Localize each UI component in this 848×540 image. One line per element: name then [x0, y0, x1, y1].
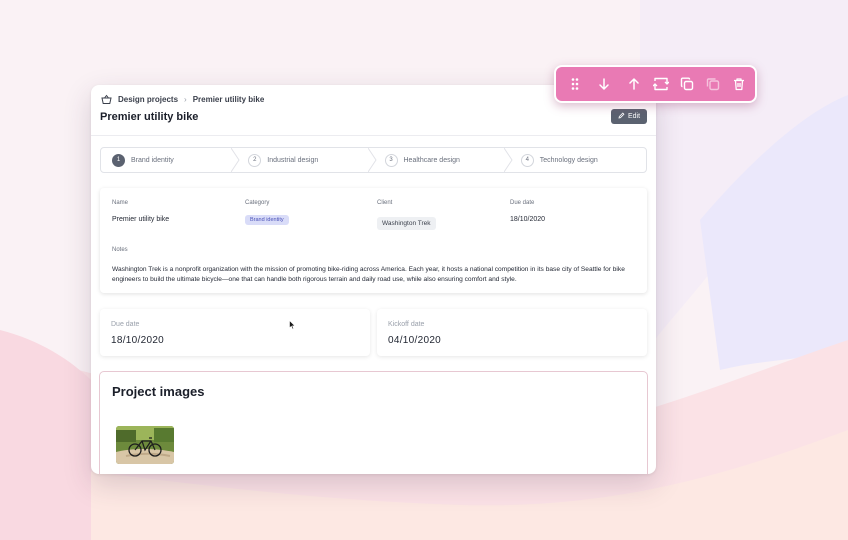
category-label: Category [245, 200, 270, 206]
step-label: Healthcare design [403, 156, 460, 164]
due-date-label: Due date [510, 200, 535, 206]
chevron-right-icon: › [184, 95, 187, 104]
notes-text: Washington Trek is a nonprofit organizat… [112, 266, 625, 283]
arrow-up-icon[interactable] [625, 75, 643, 93]
edit-button-label: Edit [627, 113, 641, 120]
folder-icon[interactable] [704, 75, 722, 93]
project-details-card: Name Premier utility bike Category Brand… [100, 188, 647, 293]
kickoff-date-value: 04/10/2020 [388, 335, 442, 346]
project-images-card: Project images [99, 371, 648, 474]
step-number: 2 [248, 153, 262, 167]
edit-button[interactable]: Edit [611, 109, 647, 124]
step-label: Industrial design [267, 156, 319, 164]
step-technology-design[interactable]: 4 Technology design [510, 148, 646, 172]
bike-image-thumbnail[interactable] [116, 426, 174, 464]
due-date-card-value: 18/10/2020 [111, 335, 165, 346]
due-date-card-label: Due date [111, 321, 140, 328]
name-label: Name [112, 200, 129, 206]
step-number: 1 [112, 153, 125, 167]
project-images-title: Project images [112, 384, 205, 399]
kickoff-date-card: Kickoff date 04/10/2020 [377, 309, 647, 356]
breadcrumb: Design projects › Premier utility bike [101, 94, 264, 105]
step-healthcare-design[interactable]: 3 Healthcare design [374, 148, 513, 172]
page-title: Premier utility bike [100, 111, 199, 123]
swap-icon[interactable] [652, 75, 670, 93]
step-label: Technology design [539, 156, 598, 164]
breadcrumb-root[interactable]: Design projects [118, 95, 178, 104]
basket-icon [101, 94, 112, 105]
breadcrumb-current: Premier utility bike [192, 95, 265, 104]
trash-icon[interactable] [730, 75, 748, 93]
due-date-value: 18/10/2020 [510, 216, 546, 223]
client-label: Client [377, 200, 393, 206]
step-label: Brand identity [131, 156, 174, 164]
progress-steps: 1 Brand identity 2 Industrial design 3 H… [100, 147, 647, 173]
step-brand-identity[interactable]: 1 Brand identity [101, 148, 240, 172]
category-badge: Brand identity [245, 215, 289, 225]
floating-toolbar [554, 65, 757, 103]
kickoff-date-label: Kickoff date [388, 321, 425, 328]
project-window: Design projects › Premier utility bike P… [91, 85, 656, 474]
step-number: 4 [520, 153, 534, 167]
drag-handle-icon[interactable] [566, 75, 584, 93]
client-badge: Washington Trek [377, 217, 436, 230]
duplicate-icon[interactable] [678, 75, 696, 93]
mouse-cursor-icon [289, 320, 296, 330]
name-value: Premier utility bike [112, 216, 170, 223]
edit-icon [618, 112, 625, 121]
step-industrial-design[interactable]: 2 Industrial design [237, 148, 377, 172]
due-date-card: Due date 18/10/2020 [100, 309, 370, 356]
notes-label: Notes [112, 247, 128, 253]
step-number: 3 [384, 153, 398, 167]
arrow-down-icon[interactable] [595, 75, 613, 93]
